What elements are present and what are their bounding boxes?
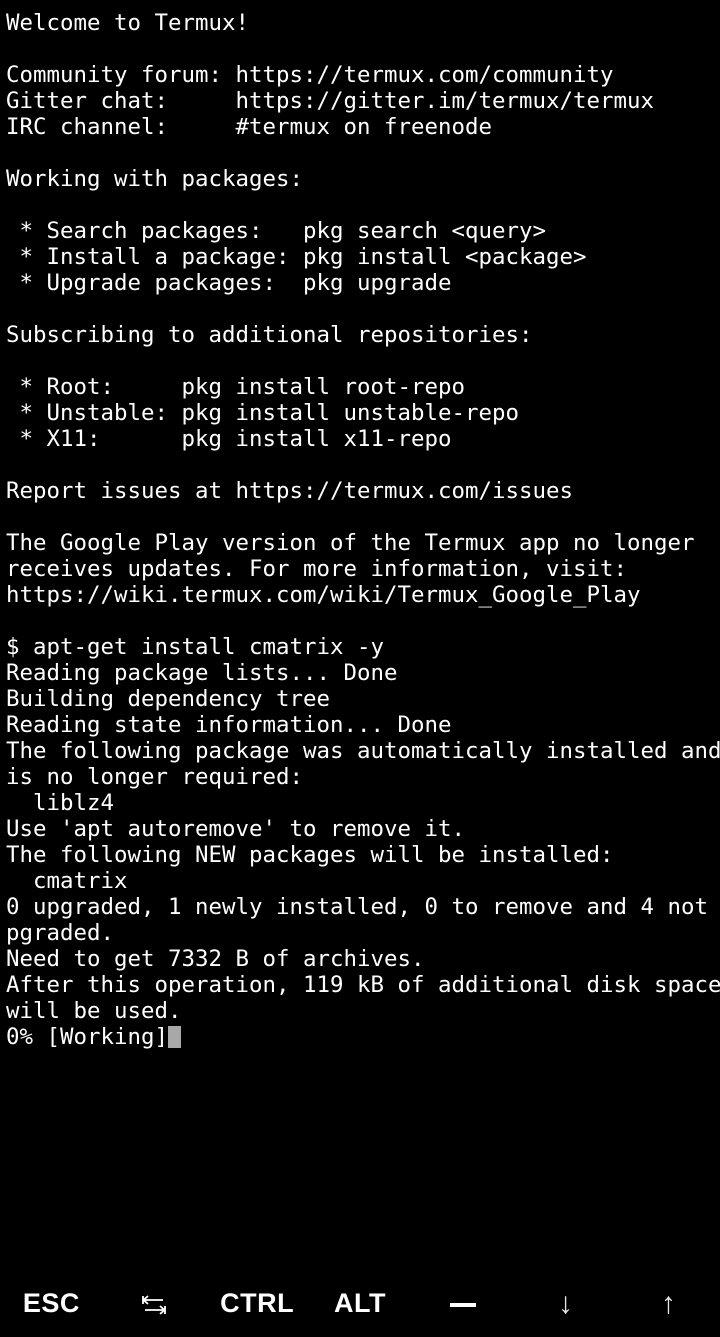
ctrl-key[interactable]: CTRL	[206, 1270, 309, 1337]
minus-key[interactable]	[411, 1270, 514, 1337]
terminal-output: Welcome to Termux! Community forum: https…	[6, 10, 720, 1024]
terminal-status-line: 0% [Working]	[6, 1024, 720, 1050]
terminal-line: 0 upgraded, 1 newly installed, 0 to remo…	[6, 894, 720, 920]
terminal-line: Need to get 7332 B of archives.	[6, 946, 425, 972]
terminal-line: Gitter chat: https://gitter.im/termux/te…	[6, 88, 655, 114]
terminal-line: Subscribing to additional repositories:	[6, 322, 533, 348]
terminal-line: * Search packages: pkg search <query>	[6, 218, 547, 244]
progress-status-text: 0% [Working]	[6, 1024, 169, 1050]
terminal-line: IRC channel: #termux on freenode	[6, 114, 493, 140]
terminal-line: * Unstable: pkg install unstable-repo	[6, 400, 520, 426]
terminal-line: The following NEW packages will be insta…	[6, 842, 614, 868]
terminal-line: Building dependency tree	[6, 686, 331, 712]
terminal-line: The Google Play version of the Termux ap…	[6, 530, 695, 556]
terminal-line: * Root: pkg install root-repo	[6, 374, 466, 400]
terminal-line: $ apt-get install cmatrix -y	[6, 634, 385, 660]
terminal-line: The following package was automatically …	[6, 738, 720, 764]
terminal-line: Reading state information... Done	[6, 712, 452, 738]
tab-icon	[142, 1295, 167, 1315]
terminal-line: Welcome to Termux!	[6, 10, 250, 36]
terminal-line: Working with packages:	[6, 166, 304, 192]
arrow-up-key[interactable]: ↑	[617, 1270, 720, 1337]
extra-keys-toolbar: ESC CTRL ALT ↓ ↑	[0, 1270, 720, 1337]
terminal-line: * Upgrade packages: pkg upgrade	[6, 270, 452, 296]
esc-key[interactable]: ESC	[0, 1270, 103, 1337]
terminal-line: Reading package lists... Done	[6, 660, 398, 686]
terminal-line: pgraded.	[6, 920, 115, 946]
terminal-line: Report issues at https://termux.com/issu…	[6, 478, 574, 504]
terminal-line: * X11: pkg install x11-repo	[6, 426, 452, 452]
terminal-line: receives updates. For more information, …	[6, 556, 628, 582]
terminal-cursor	[168, 1026, 182, 1048]
terminal-line: is no longer required:	[6, 764, 304, 790]
terminal-line: Use 'apt autoremove' to remove it.	[6, 816, 466, 842]
terminal-line: will be used.	[6, 998, 182, 1024]
terminal-line: cmatrix	[6, 868, 128, 894]
arrow-down-key[interactable]: ↓	[514, 1270, 617, 1337]
terminal-line: * Install a package: pkg install <packag…	[6, 244, 587, 270]
terminal-line: Community forum: https://termux.com/comm…	[6, 62, 614, 88]
tab-key[interactable]	[103, 1270, 206, 1337]
terminal-line: liblz4	[6, 790, 115, 816]
terminal-line: https://wiki.termux.com/wiki/Termux_Goog…	[6, 582, 641, 608]
terminal-screen[interactable]: Welcome to Termux! Community forum: https…	[0, 0, 720, 1270]
alt-key[interactable]: ALT	[309, 1270, 412, 1337]
minus-icon	[449, 1302, 476, 1307]
terminal-line: After this operation, 119 kB of addition…	[6, 972, 720, 998]
